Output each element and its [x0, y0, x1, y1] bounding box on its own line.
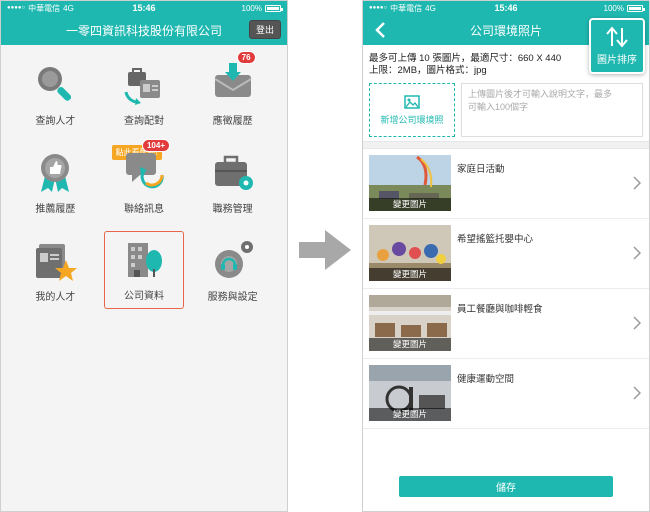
tile-job-management[interactable]: 職務管理	[188, 143, 277, 221]
add-photo-button[interactable]: 新增公司環境照	[369, 83, 455, 137]
back-chevron-icon[interactable]	[373, 21, 389, 39]
tile-label: 查詢配對	[123, 116, 164, 127]
status-bar: ●●●●○ 中華電信 4G 15:46 100%	[363, 1, 649, 15]
tile-messages[interactable]: 點此看配對! 104+ 聯絡訊息	[100, 139, 189, 221]
tile-applications[interactable]: 76 應徵履歷	[188, 51, 277, 133]
tile-company-info[interactable]: 公司資料	[103, 231, 185, 309]
arrow-right-icon	[299, 230, 351, 270]
photo-item[interactable]: 變更圖片 健康運動空間	[363, 359, 649, 429]
battery-icon	[627, 4, 645, 12]
divider	[363, 141, 649, 149]
upload-row: 新增公司環境照 上傳圖片後才可輸入說明文字，最多 可輸入100個字	[363, 79, 649, 139]
photo-thumbnail[interactable]: 變更圖片	[369, 365, 451, 421]
sort-images-button[interactable]: 圖片排序	[589, 18, 645, 74]
status-time: 15:46	[132, 3, 156, 13]
description-input[interactable]: 上傳圖片後才可輸入說明文字，最多 可輸入100個字	[461, 83, 643, 137]
messages-badge: 104+	[141, 139, 171, 152]
photo-thumbnail[interactable]: 變更圖片	[369, 295, 451, 351]
tile-label: 聯絡訊息	[123, 204, 164, 215]
chevron-right-icon	[633, 316, 641, 330]
chevron-right-icon	[633, 176, 641, 190]
photo-thumbnail[interactable]: 變更圖片	[369, 225, 451, 281]
tile-label: 應徵履歷	[212, 116, 253, 127]
save-button[interactable]: 儲存	[399, 476, 613, 497]
profile-star-icon	[36, 244, 78, 281]
tile-recommended[interactable]: 推薦履歷	[11, 143, 100, 221]
briefcase-gear-icon	[214, 155, 253, 190]
sort-label: 圖片排序	[597, 55, 637, 66]
briefcase-match-icon	[124, 68, 160, 105]
logout-button[interactable]: 登出	[248, 20, 281, 39]
page-title: 公司環境照片	[469, 23, 542, 38]
home-navbar: 一零四資訊科技股份有限公司 登出	[1, 15, 287, 45]
battery-icon	[265, 4, 283, 12]
magnifier-icon	[38, 67, 72, 101]
change-photo-label: 變更圖片	[369, 198, 451, 211]
change-photo-label: 變更圖片	[369, 268, 451, 281]
chevron-right-icon	[633, 246, 641, 260]
tile-label: 推薦履歷	[35, 204, 76, 215]
tile-label: 我的人才	[35, 292, 76, 303]
tile-label: 服務與設定	[207, 292, 258, 303]
photo-item[interactable]: 變更圖片 希望搖籃托嬰中心	[363, 219, 649, 289]
tile-label: 職務管理	[212, 204, 253, 215]
change-photo-label: 變更圖片	[369, 338, 451, 351]
photo-title: 健康運動空間	[457, 374, 515, 385]
tile-search-talent[interactable]: 查詢人才	[11, 55, 100, 133]
photo-title: 希望搖籃托嬰中心	[457, 234, 534, 245]
menu-grid: 查詢人才 查詢配對 76 應徵履歷 推薦履歷 點此看配對! 104+ 聯絡訊息 …	[1, 45, 287, 309]
status-bar: ●●●●○ 中華電信 4G 15:46 100%	[1, 1, 287, 15]
tile-label: 查詢人才	[35, 116, 76, 127]
photo-list: 變更圖片 家庭日活動 變更圖片 希望搖籃托嬰中心 變更圖片 員工餐廳與咖啡輕食 …	[363, 149, 649, 429]
photo-title: 員工餐廳與咖啡輕食	[457, 304, 543, 315]
tile-search-match[interactable]: 查詢配對	[100, 55, 189, 133]
photo-title: 家庭日活動	[457, 164, 505, 175]
change-photo-label: 變更圖片	[369, 408, 451, 421]
tile-label: 公司資料	[123, 291, 164, 302]
photo-item[interactable]: 變更圖片 員工餐廳與咖啡輕食	[363, 289, 649, 359]
applications-badge: 76	[236, 51, 256, 64]
building-tree-icon	[127, 243, 162, 277]
sort-arrows-icon	[606, 26, 628, 48]
chevron-right-icon	[633, 386, 641, 400]
award-thumbs-up-icon	[41, 154, 70, 192]
photo-thumbnail[interactable]: 變更圖片	[369, 155, 451, 211]
company-title: 一零四資訊科技股份有限公司	[65, 23, 222, 38]
image-icon	[404, 94, 420, 109]
status-time: 15:46	[494, 3, 518, 13]
tile-my-talent[interactable]: 我的人才	[11, 231, 100, 309]
company-photos-screen: ●●●●○ 中華電信 4G 15:46 100% 公司環境照片 圖片排序 最多可…	[362, 0, 650, 512]
photo-item[interactable]: 變更圖片 家庭日活動	[363, 149, 649, 219]
home-screen: ●●●●○ 中華電信 4G 15:46 100% 一零四資訊科技股份有限公司 登…	[0, 0, 288, 512]
tile-settings[interactable]: 服務與設定	[188, 231, 277, 309]
gear-headset-icon	[214, 241, 253, 278]
